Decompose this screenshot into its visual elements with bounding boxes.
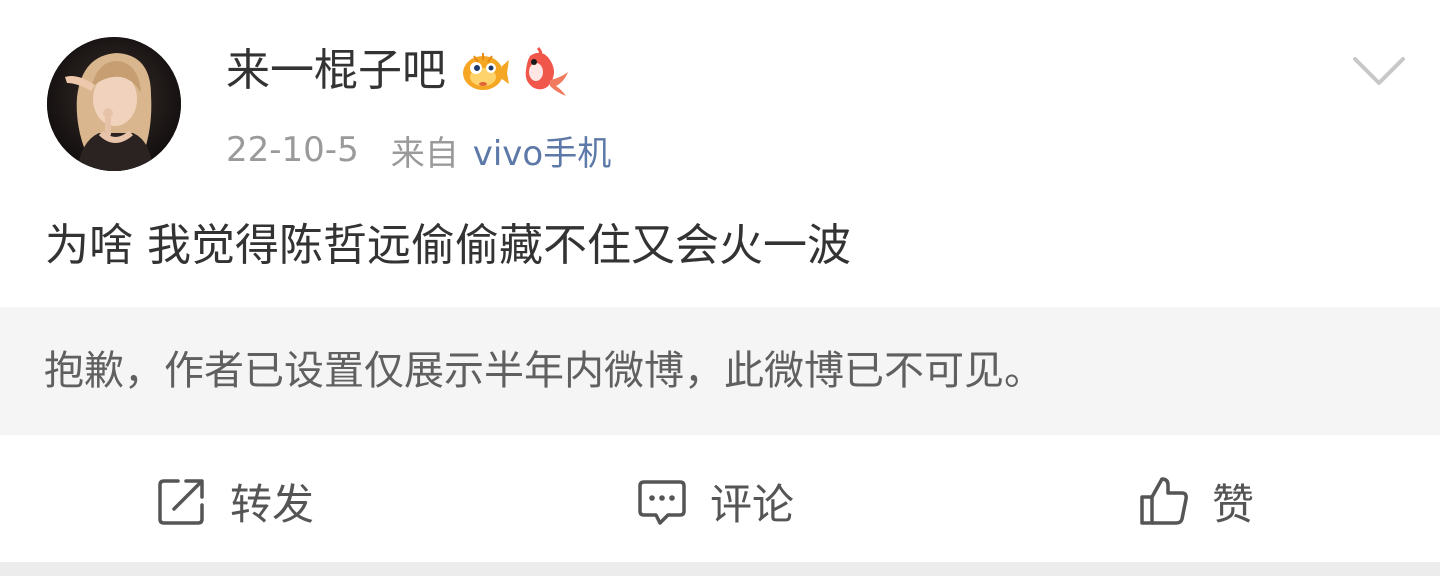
like-label: 赞 xyxy=(1212,479,1255,529)
thumbs-up-icon xyxy=(1140,477,1188,525)
post-date: 22-10-5 xyxy=(226,130,359,170)
avatar-image xyxy=(47,37,181,171)
repost-button[interactable]: 转发 xyxy=(154,440,314,562)
comment-button[interactable]: 评论 xyxy=(634,440,794,562)
source-prefix: 来自 xyxy=(390,133,459,174)
source-link[interactable]: vivo手机 xyxy=(473,126,612,175)
action-bar: 转发 评论 赞 xyxy=(0,440,1440,562)
username-row: 来一棍子吧 xyxy=(226,40,570,102)
comment-label: 评论 xyxy=(710,479,795,529)
koi-badge-icon xyxy=(525,46,568,96)
notice-text: 抱歉，作者已设置仅展示半年内微博，此微博已不可见。 xyxy=(44,348,1044,394)
like-button[interactable]: 赞 xyxy=(1136,440,1254,562)
username[interactable]: 来一棍子吧 xyxy=(226,40,446,102)
post-text: 为啥 我觉得陈哲远偷偷藏不住又会火一波 xyxy=(45,220,851,271)
repost-icon xyxy=(158,479,204,525)
avatar[interactable] xyxy=(47,37,181,171)
pufferfish-badge-icon xyxy=(463,53,509,90)
chevron-down-icon[interactable] xyxy=(1352,54,1406,88)
comment-icon xyxy=(638,480,686,525)
post-meta: 22-10-5 来自 vivo手机 xyxy=(226,126,612,175)
repost-label: 转发 xyxy=(230,479,315,529)
card-separator xyxy=(0,562,1440,576)
weibo-post-card: 来一棍子吧 22-10-5 来自 vivo手机 为啥 我觉得陈哲远偷偷藏不住又会… xyxy=(0,0,1440,576)
